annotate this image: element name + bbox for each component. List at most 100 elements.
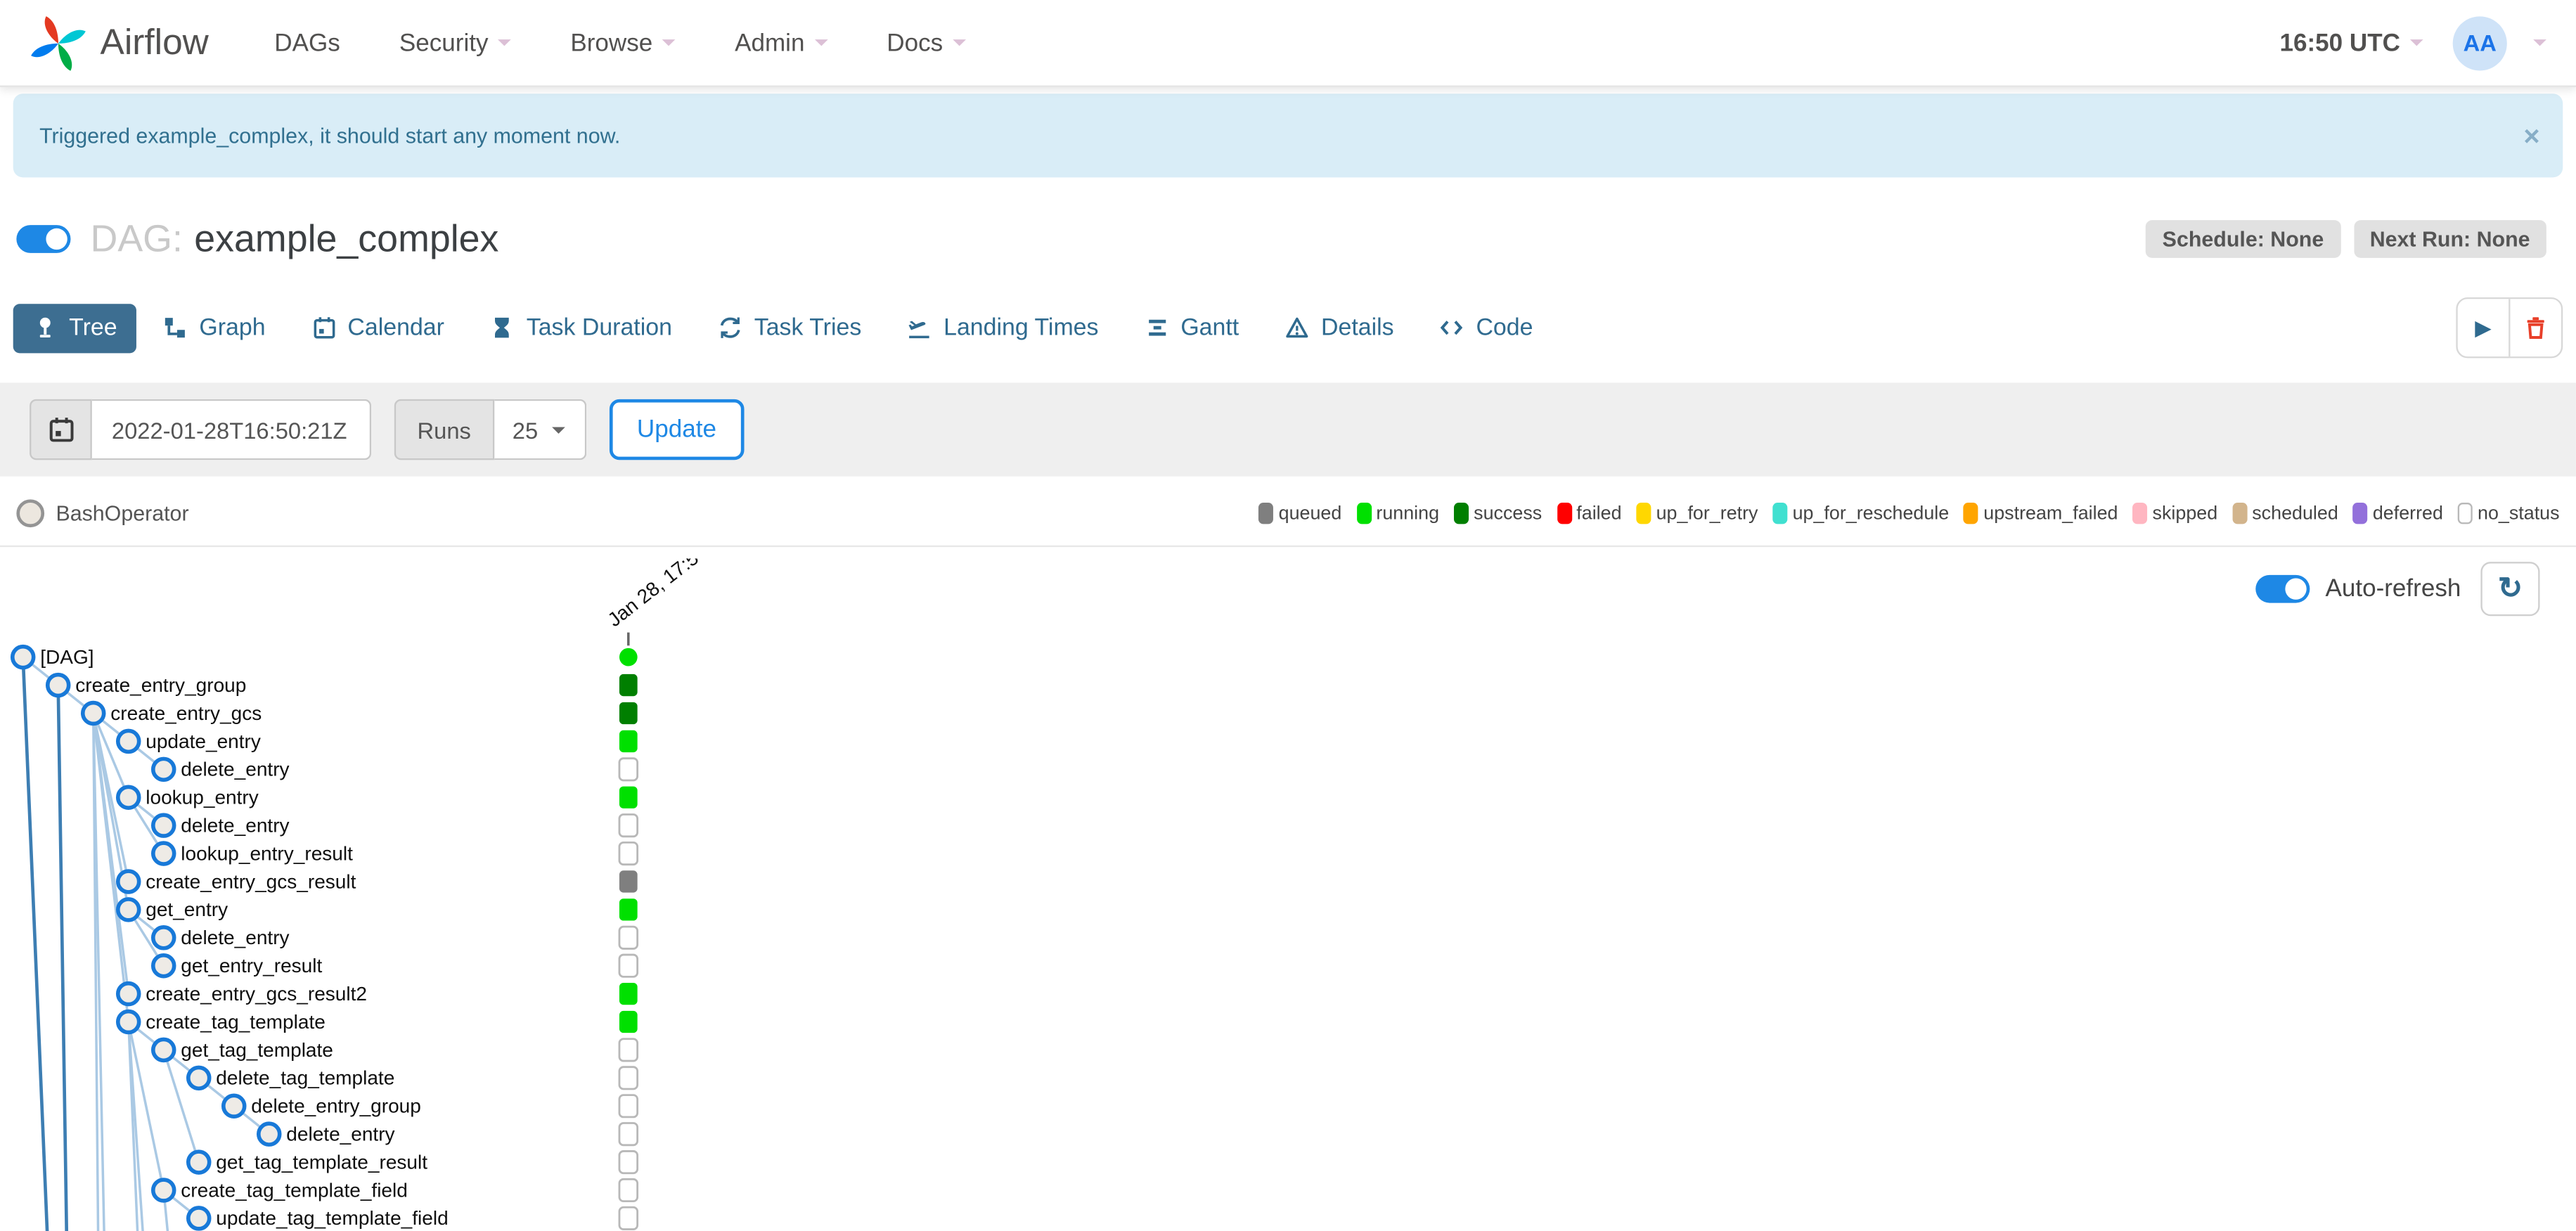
task-node[interactable] — [80, 700, 106, 726]
task-status[interactable] — [618, 925, 639, 950]
task-node[interactable] — [150, 1037, 176, 1063]
chevron-down-icon — [814, 39, 828, 53]
trigger-dag-button[interactable]: ▶ — [2458, 299, 2509, 356]
trigger-alert-banner: Triggered example_complex, it should sta… — [13, 94, 2563, 178]
task-node[interactable] — [150, 925, 176, 950]
chevron-down-icon — [553, 426, 566, 439]
status-label: up_for_reschedule — [1792, 503, 1950, 524]
clock-menu[interactable]: 16:50 UTC — [2279, 29, 2423, 57]
task-node[interactable] — [115, 1009, 141, 1035]
legend-row: BashOperator queued running success failed u… — [16, 499, 2560, 528]
status-label: upstream_failed — [1983, 503, 2118, 524]
num-runs-select[interactable]: 25 — [494, 399, 586, 460]
task-node[interactable] — [186, 1206, 212, 1231]
task-status[interactable] — [618, 813, 639, 838]
task-status[interactable] — [618, 1150, 639, 1175]
task-node[interactable] — [115, 897, 141, 922]
task-label: lookup_entry_result — [181, 842, 353, 864]
nav-item-security[interactable]: Security — [399, 29, 512, 57]
task-node[interactable] — [150, 953, 176, 979]
task-status[interactable] — [618, 1122, 639, 1147]
task-node[interactable] — [115, 785, 141, 810]
task-node[interactable] — [150, 813, 176, 838]
task-label: get_entry_result — [181, 955, 322, 977]
tab-gantt[interactable]: Gantt — [1125, 303, 1258, 352]
status-swatch — [2352, 503, 2368, 524]
task-node[interactable] — [115, 728, 141, 754]
task-status[interactable] — [619, 702, 638, 725]
task-status[interactable] — [618, 1206, 639, 1230]
avatar[interactable]: AA — [2452, 15, 2507, 70]
status-swatch — [1636, 503, 1651, 524]
task-status[interactable] — [619, 898, 638, 921]
chevron-down-icon[interactable] — [2533, 39, 2546, 53]
task-status[interactable] — [619, 673, 638, 697]
task-status[interactable] — [618, 757, 639, 782]
hourglass-icon — [496, 317, 510, 338]
task-status[interactable] — [618, 1066, 639, 1090]
status-swatch — [2132, 503, 2148, 524]
nav-item-browse[interactable]: Browse — [570, 29, 676, 57]
close-icon[interactable]: × — [2523, 122, 2539, 150]
task-label: delete_tag_template — [216, 1067, 394, 1089]
nav-item-admin[interactable]: Admin — [735, 29, 828, 57]
task-label: lookup_entry — [146, 787, 259, 808]
base-date-input[interactable] — [91, 399, 372, 460]
task-node[interactable] — [10, 644, 36, 670]
dag-label-prefix: DAG: — [90, 217, 183, 260]
tab-code[interactable]: Code — [1420, 303, 1553, 352]
legend-item: no_status — [2457, 503, 2560, 524]
trash-icon — [2527, 317, 2544, 339]
task-status[interactable] — [619, 730, 638, 753]
task-label: create_entry_gcs_result2 — [146, 983, 367, 1005]
top-navbar: Airflow DAGs Security Browse Admin Docs … — [0, 0, 2576, 86]
tab-graph[interactable]: Graph — [143, 303, 285, 352]
task-status[interactable] — [618, 841, 639, 866]
task-node[interactable] — [186, 1065, 212, 1091]
dag-run-status[interactable] — [619, 647, 638, 666]
datepicker-button[interactable] — [30, 399, 92, 460]
airflow-brand[interactable]: Airflow — [30, 14, 209, 72]
task-node[interactable] — [115, 981, 141, 1007]
task-status[interactable] — [619, 870, 638, 893]
task-node[interactable] — [221, 1093, 247, 1119]
task-status[interactable] — [618, 1094, 639, 1119]
task-status[interactable] — [619, 786, 638, 808]
delete-dag-button[interactable] — [2509, 299, 2561, 357]
legend-item: running — [1356, 503, 1439, 524]
status-label: success — [1474, 503, 1543, 524]
tab-details[interactable]: Details — [1266, 303, 1414, 352]
update-button[interactable]: Update — [609, 399, 745, 460]
status-label: deferred — [2372, 503, 2443, 524]
task-status[interactable] — [619, 982, 638, 1005]
chevron-down-icon — [498, 39, 512, 53]
task-node[interactable] — [150, 841, 176, 866]
task-node[interactable] — [186, 1149, 212, 1175]
status-swatch — [1356, 503, 1372, 524]
task-node[interactable] — [256, 1121, 282, 1147]
legend-item: upstream_failed — [1964, 503, 2118, 524]
graph-icon — [165, 318, 186, 338]
nav-item-docs[interactable]: Docs — [887, 29, 966, 57]
task-label: create_entry_group — [75, 674, 246, 696]
status-legend: queued running success failed up_for_retry up… — [1258, 503, 2560, 524]
tab-tree[interactable]: Tree — [13, 303, 137, 353]
tab-landing-times[interactable]: Landing Times — [888, 303, 1119, 352]
tab-task-duration[interactable]: Task Duration — [470, 303, 692, 352]
task-status[interactable] — [619, 1010, 638, 1033]
task-node[interactable] — [115, 869, 141, 894]
task-node[interactable] — [150, 756, 176, 782]
tab-task-tries[interactable]: Task Tries — [698, 303, 881, 352]
task-node[interactable] — [45, 672, 71, 698]
task-status[interactable] — [618, 953, 639, 978]
dag-pause-toggle[interactable] — [16, 225, 71, 253]
task-status[interactable] — [618, 1178, 639, 1203]
tree-link — [21, 657, 49, 1231]
tab-calendar[interactable]: Calendar — [292, 303, 464, 352]
nav-item-dags[interactable]: DAGs — [274, 29, 340, 57]
operator-legend-icon — [16, 499, 45, 528]
legend-item: success — [1454, 503, 1542, 524]
status-label: failed — [1576, 503, 1622, 524]
task-status[interactable] — [618, 1038, 639, 1062]
task-node[interactable] — [150, 1178, 176, 1203]
